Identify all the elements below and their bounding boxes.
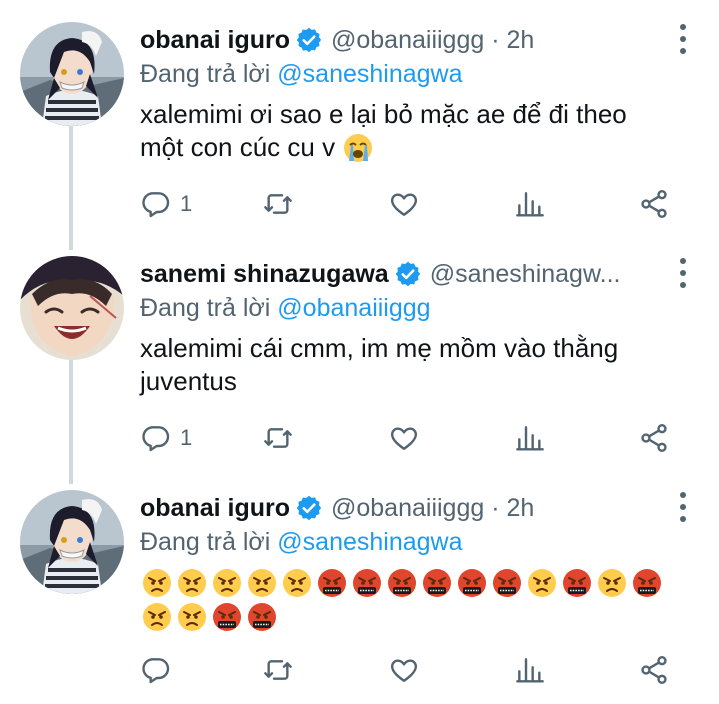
retweet-button[interactable]	[262, 418, 294, 458]
angry-face-emoji	[143, 569, 171, 597]
tweet-actions	[140, 650, 680, 690]
verified-badge-icon	[296, 27, 322, 53]
like-button[interactable]	[388, 650, 420, 690]
tweet-text-line: một con cúc cu v	[140, 132, 336, 162]
tweet-text-line: juventus	[140, 366, 237, 396]
tweet-header: obanai iguro @obanaiiiggg · 2h	[140, 490, 534, 526]
reply-icon	[142, 426, 170, 452]
tweet-text-line: xalemimi cái cmm, im mẹ mồm vào thằng	[140, 333, 619, 363]
retweet-icon	[264, 660, 292, 680]
emoji-row	[142, 568, 667, 598]
separator-dot: ·	[484, 493, 507, 522]
replying-to-label: Đang trả lời	[140, 60, 271, 88]
replying-to: Đang trả lời @saneshinagwa	[140, 60, 463, 89]
handle[interactable]: @obanaiiiggg	[331, 26, 484, 55]
tweet[interactable]: sanemi shinazugawa @saneshinagw... Đang …	[0, 256, 719, 466]
share-button[interactable]	[638, 418, 670, 458]
replying-to: Đang trả lời @saneshinagwa	[140, 528, 463, 557]
crying-face-emoji	[344, 133, 373, 162]
reply-mention-link[interactable]: @obanaiiiggg	[277, 294, 430, 322]
verified-badge-icon	[395, 261, 420, 287]
verified-badge-icon	[296, 495, 322, 521]
reply-mention-link[interactable]: @saneshinagwa	[277, 60, 462, 88]
avatar[interactable]	[20, 490, 124, 594]
replying-to-label: Đang trả lời	[140, 528, 271, 556]
angry-face-emoji	[528, 569, 556, 597]
tweet-header: sanemi shinazugawa @saneshinagw...	[140, 256, 620, 292]
avatar[interactable]	[20, 22, 124, 126]
cursing-face-emoji	[213, 603, 241, 631]
display-name[interactable]: obanai iguro	[140, 494, 290, 523]
display-name[interactable]: sanemi shinazugawa	[140, 260, 389, 289]
retweet-icon	[264, 194, 292, 214]
tweet-actions: 1	[140, 418, 680, 458]
tweet-text: xalemimi ơi sao e lại bỏ mặc ae để đi th…	[140, 98, 700, 164]
tweet-actions: 1	[140, 184, 680, 224]
like-icon	[390, 427, 418, 450]
cursing-face-emoji	[423, 569, 451, 597]
reply-icon	[142, 192, 170, 218]
like-icon	[390, 659, 418, 682]
share-button[interactable]	[638, 650, 670, 690]
cursing-face-emoji	[563, 569, 591, 597]
retweet-button[interactable]	[262, 650, 294, 690]
emoji-row	[142, 602, 282, 632]
reply-button[interactable]: 1	[140, 418, 192, 458]
tweet-header: obanai iguro @obanaiiiggg · 2h	[140, 22, 534, 58]
analytics-icon	[516, 192, 544, 217]
analytics-icon	[516, 658, 544, 683]
reply-icon	[142, 658, 170, 684]
reply-count: 1	[180, 425, 193, 450]
tweet-text-line: xalemimi ơi sao e lại bỏ mặc ae để đi th…	[140, 99, 627, 129]
analytics-button[interactable]	[514, 418, 546, 458]
more-icon[interactable]	[677, 24, 689, 54]
tweet-text: xalemimi cái cmm, im mẹ mồm vào thằng ju…	[140, 332, 700, 398]
tweet[interactable]: obanai iguro @obanaiiiggg · 2h Đang trả …	[0, 22, 719, 232]
cursing-face-emoji	[633, 569, 661, 597]
analytics-button[interactable]	[514, 650, 546, 690]
replying-to-label: Đang trả lời	[140, 294, 271, 322]
cursing-face-emoji	[318, 569, 346, 597]
timestamp[interactable]: 2h	[507, 494, 535, 523]
display-name[interactable]: obanai iguro	[140, 26, 290, 55]
handle[interactable]: @obanaiiiggg	[331, 494, 484, 523]
like-icon	[390, 193, 418, 216]
angry-face-emoji	[283, 569, 311, 597]
angry-face-emoji	[178, 603, 206, 631]
handle[interactable]: @saneshinagw...	[430, 260, 621, 289]
tweet[interactable]: obanai iguro @obanaiiiggg · 2h Đang trả …	[0, 490, 719, 704]
share-icon	[641, 424, 667, 452]
replying-to: Đang trả lời @obanaiiiggg	[140, 294, 431, 323]
cursing-face-emoji	[353, 569, 381, 597]
cursing-face-emoji	[458, 569, 486, 597]
timestamp[interactable]: 2h	[507, 26, 535, 55]
angry-face-emoji	[143, 603, 171, 631]
reply-mention-link[interactable]: @saneshinagwa	[277, 528, 462, 556]
like-button[interactable]	[388, 418, 420, 458]
angry-face-emoji	[248, 569, 276, 597]
reply-button[interactable]: 1	[140, 184, 192, 224]
share-icon	[641, 656, 667, 684]
separator-dot: ·	[484, 25, 507, 54]
avatar[interactable]	[20, 256, 124, 360]
retweet-icon	[264, 428, 292, 448]
share-button[interactable]	[638, 184, 670, 224]
more-icon[interactable]	[677, 492, 689, 522]
angry-face-emoji	[178, 569, 206, 597]
angry-face-emoji	[213, 569, 241, 597]
reply-count: 1	[180, 191, 193, 216]
analytics-icon	[516, 426, 544, 451]
cursing-face-emoji	[388, 569, 416, 597]
like-button[interactable]	[388, 184, 420, 224]
angry-face-emoji	[598, 569, 626, 597]
analytics-button[interactable]	[514, 184, 546, 224]
cursing-face-emoji	[248, 603, 276, 631]
share-icon	[641, 190, 667, 218]
reply-button[interactable]	[140, 650, 172, 690]
retweet-button[interactable]	[262, 184, 294, 224]
cursing-face-emoji	[493, 569, 521, 597]
more-icon[interactable]	[677, 258, 689, 288]
